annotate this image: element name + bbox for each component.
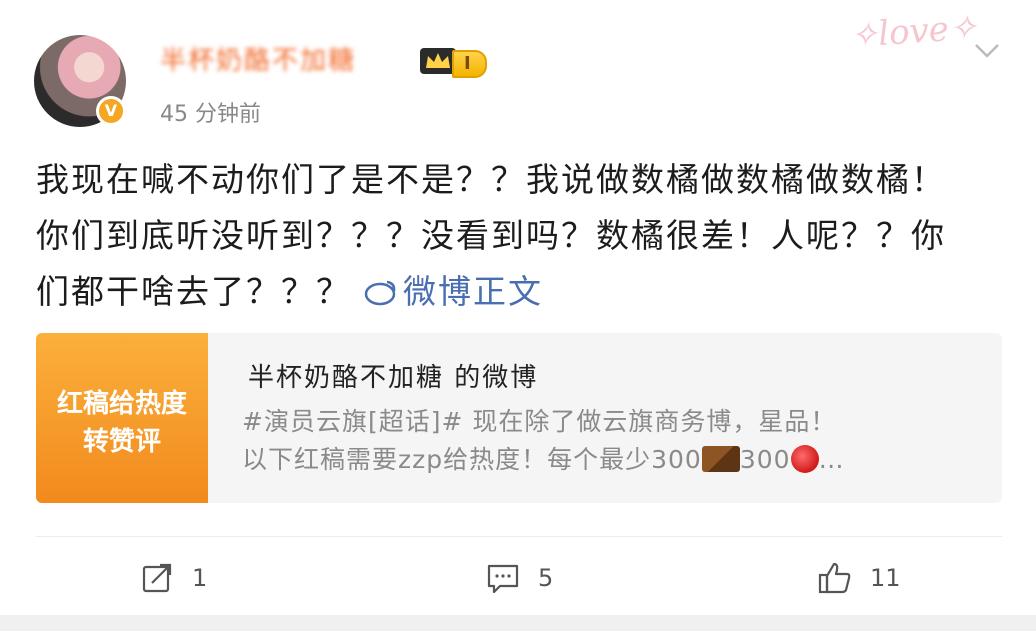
card-description: #演员云旗[超话]# 现在除了做云旗商务博，星品！ 以下红稿需要zzp给热度！每… [242,403,972,479]
level-badge[interactable]: I [452,50,487,78]
card-title: 半杯奶酪不加糖 的微博 [248,363,539,393]
post-content: 我现在喊不动你们了是不是？？我说做数橘做数橘做数橘！你们到底听没听到？？？没看到… [36,152,966,320]
repost-count: 1 [192,564,208,592]
weibo-logo-icon[interactable] [363,277,399,307]
repost-button[interactable]: 1 [140,560,207,596]
thumb-line-2: 转赞评 [82,427,161,457]
verified-badge: V [96,96,126,126]
author-name[interactable]: 半杯奶酪不加糖 [160,44,356,78]
share-icon [142,563,172,593]
card-thumbnail[interactable]: 红稿给热度 转赞评 [36,333,208,503]
card-desc-text-b: 300 [739,445,791,474]
logo-text: love [876,9,951,55]
like-count: 11 [870,564,901,592]
weibo-post: V 半杯奶酪不加糖 I 45 分钟前 ✧love✧ 我现在喊不动你们了是不是？？… [0,0,1036,631]
card-desc-ellipsis: … [818,445,845,474]
chevron-down-icon[interactable] [972,38,1002,62]
apple-emoji-icon [790,445,819,473]
comment-icon [487,564,519,594]
love-logo: ✧love✧ [848,7,979,57]
comment-count: 5 [538,564,554,592]
card-desc-line-1: #演员云旗[超话]# 现在除了做云旗商务博，星品！ [242,407,837,436]
post-time: 45 分钟前 [160,102,261,127]
comment-button[interactable]: 5 [486,560,553,596]
bricks-emoji-icon [701,446,740,472]
fulltext-link[interactable]: 微博正文 [403,272,543,311]
divider [36,536,1002,537]
card-desc-text-a: 以下红稿需要zzp给热度！每个最少300 [242,445,702,474]
thumb-line-1: 红稿给热度 [56,389,187,419]
thumbs-up-icon [818,562,851,594]
repost-card[interactable]: 红稿给热度 转赞评 半杯奶酪不加糖 的微博 #演员云旗[超话]# 现在除了做云旗… [36,333,1002,503]
bottom-separator [0,615,1036,631]
like-button[interactable]: 11 [818,560,901,596]
card-desc-line-2: 以下红稿需要zzp给热度！每个最少300 300 … [242,441,972,479]
